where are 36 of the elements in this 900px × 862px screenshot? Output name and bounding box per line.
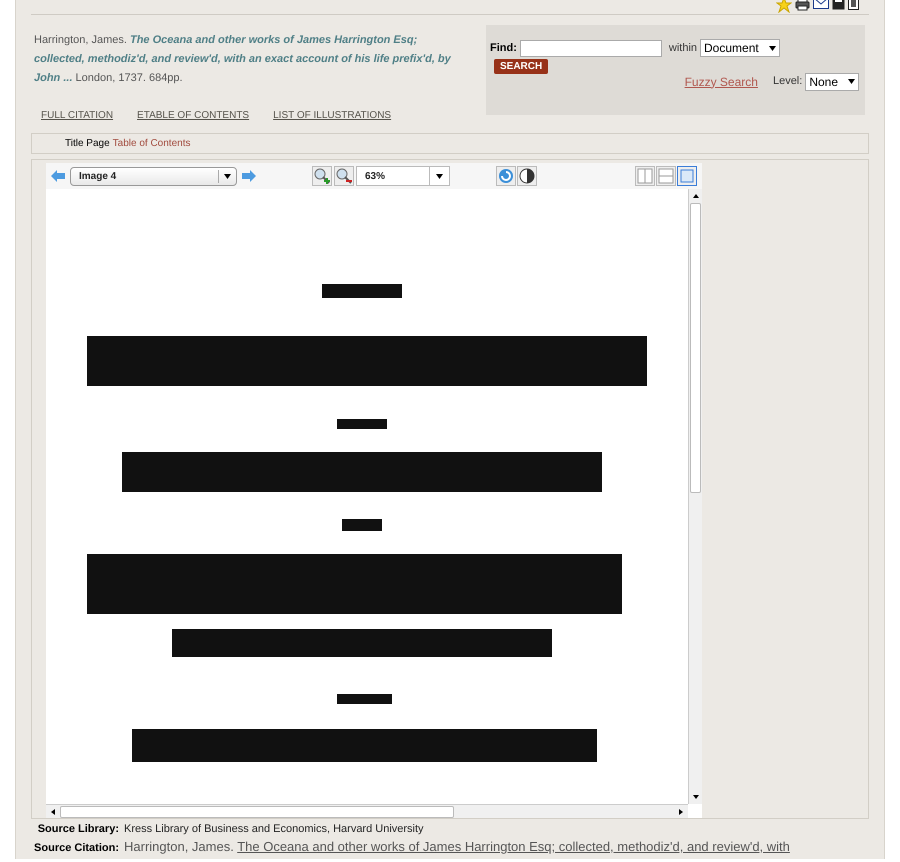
zoom-in-icon[interactable] xyxy=(312,166,332,186)
zoom-out-icon[interactable] xyxy=(334,166,354,186)
caret-icon xyxy=(224,174,231,178)
breadcrumb-link[interactable]: Title Page xyxy=(65,136,110,151)
two-row-icon[interactable] xyxy=(656,166,676,186)
field-label: Source Citation: xyxy=(34,841,119,856)
level-dropdown[interactable]: None xyxy=(805,72,859,90)
caret-icon xyxy=(436,174,443,178)
mail-icon[interactable] xyxy=(813,0,829,9)
star-icon[interactable] xyxy=(776,0,792,13)
within-dropdown[interactable]: Document xyxy=(700,39,780,57)
caret-icon xyxy=(848,79,855,84)
field-value: Kress Library of Business and Economics, Harvard University xyxy=(124,822,424,837)
find-label: Find: xyxy=(490,40,517,56)
nav-link[interactable]: ETABLE OF CONTENTS xyxy=(137,108,250,123)
fit-page-icon[interactable] xyxy=(677,166,697,186)
find-field[interactable] xyxy=(520,40,662,56)
nav-link[interactable]: FULL CITATION xyxy=(41,108,114,123)
caret-icon xyxy=(768,46,776,50)
save-icon[interactable] xyxy=(832,0,845,10)
two-column-icon[interactable] xyxy=(635,166,655,186)
print-icon[interactable] xyxy=(795,0,810,11)
citation-text: Harrington, James. The Oceana and other works of James Harrington Esq; collected, methodiz'd, and review'd, with xyxy=(124,839,790,854)
fuzzy-search-link[interactable]: Fuzzy Search xyxy=(684,72,758,90)
document-icon[interactable] xyxy=(848,0,859,10)
image-select[interactable]: Image 4 xyxy=(70,166,237,186)
citation-link[interactable]: The Oceana and other works of James Harrington Esq; collected, methodiz'd, and review'd, with xyxy=(237,839,790,854)
nav-link[interactable]: LIST OF ILLUSTRATIONS xyxy=(273,108,392,123)
level-label: Level: xyxy=(772,74,802,90)
breadcrumb-link[interactable]: Table of Contents xyxy=(112,136,190,151)
zoom-select[interactable]: 63% xyxy=(356,166,450,186)
citation-text: Harrington, James. The Oceana and other works of James Harrington Esq; collected, methodiz'd, and review'd, with an exact account of his life prefix'd, by John ... London, 1737. 684pp. xyxy=(34,33,452,86)
contrast-icon[interactable] xyxy=(517,166,537,186)
within-label: within xyxy=(668,40,698,56)
search-button[interactable]: SEARCH xyxy=(494,59,548,74)
field-label: Source Library: xyxy=(36,822,119,837)
